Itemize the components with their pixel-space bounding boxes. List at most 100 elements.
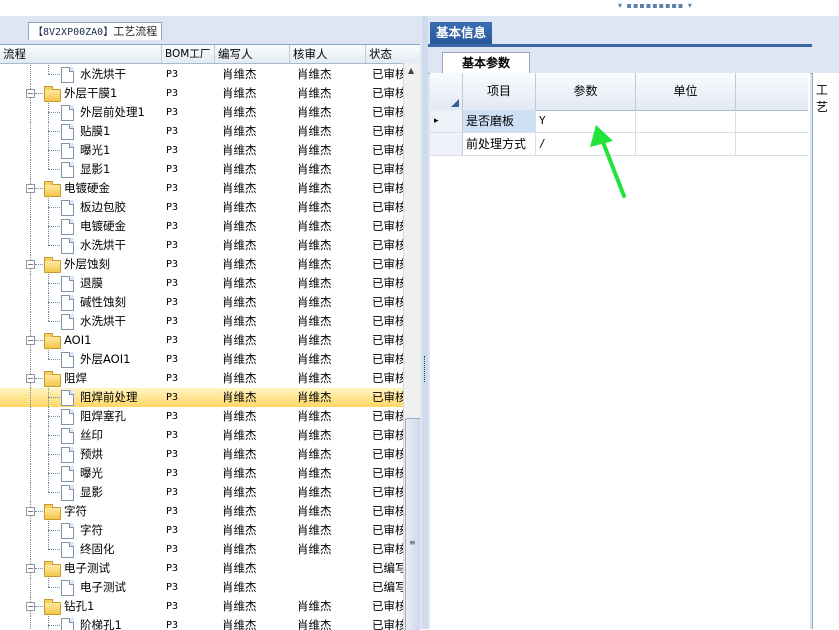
document-icon <box>61 200 74 216</box>
param-row[interactable]: ▸ 是否磨板 Y <box>430 110 808 133</box>
reviewer-cell: 肖维杰 <box>297 295 332 309</box>
tree-step-row[interactable]: 外层前处理1 P3 肖维杰 肖维杰 已审核 <box>0 103 403 122</box>
collapse-toggle-icon[interactable]: − <box>26 602 35 611</box>
tree-folder-row[interactable]: − 外层干膜1 P3 肖维杰 肖维杰 已审核 <box>0 84 403 103</box>
bom-factory-cell: P3 <box>166 411 179 422</box>
status-cell: 已审核 <box>372 466 403 480</box>
col-header-reviewer[interactable]: 核审人 <box>290 45 366 63</box>
col-header-status[interactable]: 状态 <box>366 45 403 63</box>
param-value-cell[interactable]: Y <box>536 110 636 132</box>
reviewer-cell: 肖维杰 <box>297 124 332 138</box>
col-header-bom[interactable]: BOM工厂 <box>162 45 215 63</box>
tree-step-row[interactable]: 电镀硬金 P3 肖维杰 肖维杰 已审核 <box>0 217 403 236</box>
current-row-arrow-icon: ▸ <box>434 116 439 126</box>
document-icon <box>61 485 74 501</box>
tree-folder-row[interactable]: − 阻焊 P3 肖维杰 肖维杰 已审核 <box>0 369 403 388</box>
collapse-toggle-icon[interactable]: − <box>26 507 35 516</box>
collapse-toggle-icon[interactable]: − <box>26 260 35 269</box>
param-item-cell[interactable]: 前处理方式 <box>463 133 536 155</box>
row-indicator[interactable] <box>430 133 463 155</box>
tree-step-row[interactable]: 电子测试 P3 肖维杰 已编写 <box>0 578 403 597</box>
tree-guide-line <box>48 160 49 169</box>
document-icon <box>61 352 74 368</box>
reviewer-cell: 肖维杰 <box>297 352 332 366</box>
params-grid-header: 项目 参数 单位 <box>430 73 808 111</box>
tree-folder-row[interactable]: − 外层蚀刻 P3 肖维杰 肖维杰 已审核 <box>0 255 403 274</box>
tree-step-row[interactable]: 终固化 P3 肖维杰 肖维杰 已审核 <box>0 540 403 559</box>
tree-guide-line <box>30 274 31 293</box>
collapse-toggle-icon[interactable]: − <box>26 184 35 193</box>
basic-info-tab[interactable]: 基本信息 <box>430 22 492 44</box>
tree-step-row[interactable]: 阶梯孔1 P3 肖维杰 肖维杰 已审核 <box>0 616 403 630</box>
reviewer-cell: 肖维杰 <box>297 143 332 157</box>
tree-guide-line <box>48 150 60 151</box>
step-name-cell: 贴膜1 <box>80 124 111 138</box>
tree-step-row[interactable]: 显影 P3 肖维杰 肖维杰 已审核 <box>0 483 403 502</box>
col-header-unit[interactable]: 单位 <box>636 73 736 110</box>
tree-folder-row[interactable]: − 电子测试 P3 肖维杰 已编写 <box>0 559 403 578</box>
row-indicator[interactable]: ▸ <box>430 110 463 132</box>
reviewer-cell: 肖维杰 <box>297 86 332 100</box>
scroll-thumb[interactable] <box>405 418 420 630</box>
step-name-cell: 阻焊塞孔 <box>80 409 126 423</box>
tree-folder-row[interactable]: − 电镀硬金 P3 肖维杰 肖维杰 已审核 <box>0 179 403 198</box>
param-item-cell[interactable]: 是否磨板 <box>463 110 536 132</box>
tree-step-row[interactable]: 阻焊前处理 P3 肖维杰 肖维杰 已审核 <box>0 388 403 407</box>
tree-step-row[interactable]: 外层AOI1 P3 肖维杰 肖维杰 已审核 <box>0 350 403 369</box>
tree-vertical-scrollbar[interactable]: ▲ ≡ <box>403 63 420 630</box>
adjacent-panel-label[interactable]: 工艺 <box>816 81 839 115</box>
writer-cell: 肖维杰 <box>222 580 257 594</box>
tree-step-row[interactable]: 板边包胶 P3 肖维杰 肖维杰 已审核 <box>0 198 403 217</box>
collapse-toggle-icon[interactable]: − <box>26 564 35 573</box>
reviewer-cell <box>297 559 363 578</box>
tree-folder-row[interactable]: − 字符 P3 肖维杰 肖维杰 已审核 <box>0 502 403 521</box>
writer-cell: 肖维杰 <box>222 143 257 157</box>
grid-corner-icon[interactable] <box>430 73 463 110</box>
step-name-cell: 外层前处理1 <box>80 105 145 119</box>
param-unit-cell[interactable] <box>636 110 736 132</box>
splitter-grip-icon[interactable]: ▾ ▪▪▪▪▪▪▪▪▪ ▾ <box>618 1 693 10</box>
collapse-toggle-icon[interactable]: − <box>26 336 35 345</box>
tree-step-row[interactable]: 碱性蚀刻 P3 肖维杰 肖维杰 已审核 <box>0 293 403 312</box>
tree-step-row[interactable]: 曝光 P3 肖维杰 肖维杰 已审核 <box>0 464 403 483</box>
tree-guide-line <box>30 122 31 141</box>
tree-step-row[interactable]: 水洗烘干 P3 肖维杰 肖维杰 已审核 <box>0 312 403 331</box>
col-header-item[interactable]: 项目 <box>463 73 536 110</box>
tree-guide-line <box>48 530 60 531</box>
tree-step-row[interactable]: 水洗烘干 P3 肖维杰 肖维杰 已审核 <box>0 65 403 84</box>
col-header-param[interactable]: 参数 <box>536 73 636 110</box>
tree-step-row[interactable]: 退膜 P3 肖维杰 肖维杰 已审核 <box>0 274 403 293</box>
param-unit-cell[interactable] <box>636 133 736 155</box>
col-header-flow[interactable]: 流程 <box>0 45 162 63</box>
tree-step-row[interactable]: 曝光1 P3 肖维杰 肖维杰 已审核 <box>0 141 403 160</box>
tree-guide-line <box>35 340 43 341</box>
tree-step-row[interactable]: 阻焊塞孔 P3 肖维杰 肖维杰 已审核 <box>0 407 403 426</box>
writer-cell: 肖维杰 <box>222 466 257 480</box>
tree-step-row[interactable]: 显影1 P3 肖维杰 肖维杰 已审核 <box>0 160 403 179</box>
tree-folder-row[interactable]: − 钻孔1 P3 肖维杰 肖维杰 已审核 <box>0 597 403 616</box>
param-row[interactable]: 前处理方式 / <box>430 133 808 156</box>
tree-step-row[interactable]: 字符 P3 肖维杰 肖维杰 已审核 <box>0 521 403 540</box>
tree-step-row[interactable]: 水洗烘干 P3 肖维杰 肖维杰 已审核 <box>0 236 403 255</box>
tree-guide-line <box>48 283 60 284</box>
tree-folder-row[interactable]: − AOI1 P3 肖维杰 肖维杰 已审核 <box>0 331 403 350</box>
status-cell: 已审核 <box>372 599 403 613</box>
collapse-toggle-icon[interactable]: − <box>26 89 35 98</box>
status-cell: 已审核 <box>372 485 403 499</box>
bom-factory-cell: P3 <box>166 373 179 384</box>
basic-params-subtab[interactable]: 基本参数 <box>442 52 530 74</box>
status-cell: 已审核 <box>372 238 403 252</box>
writer-cell: 肖维杰 <box>222 276 257 290</box>
status-cell: 已审核 <box>372 124 403 138</box>
collapse-toggle-icon[interactable]: − <box>26 374 35 383</box>
tree-step-row[interactable]: 丝印 P3 肖维杰 肖维杰 已审核 <box>0 426 403 445</box>
tree-step-row[interactable]: 预烘 P3 肖维杰 肖维杰 已审核 <box>0 445 403 464</box>
param-value-cell[interactable]: / <box>536 133 636 155</box>
writer-cell: 肖维杰 <box>222 124 257 138</box>
writer-cell: 肖维杰 <box>222 371 257 385</box>
process-flow-tab[interactable]: 【8V2XP00ZA0】工艺流程 <box>28 22 163 40</box>
tree-step-row[interactable]: 贴膜1 P3 肖维杰 肖维杰 已审核 <box>0 122 403 141</box>
col-header-writer[interactable]: 编写人 <box>215 45 290 63</box>
document-icon <box>61 409 74 425</box>
scroll-up-icon[interactable]: ▲ <box>408 66 414 75</box>
